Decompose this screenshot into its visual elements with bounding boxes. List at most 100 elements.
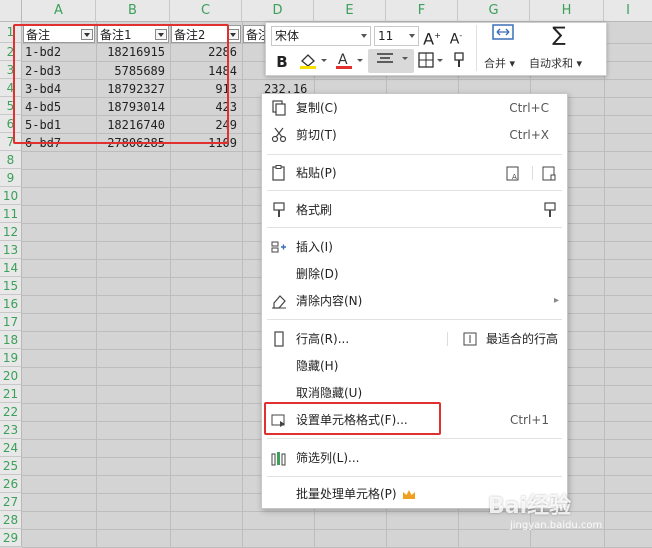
menu-label: 剪切(T) [296, 128, 337, 142]
row-header-15[interactable]: 15 [0, 277, 22, 295]
font-size-value: 11 [378, 29, 394, 43]
menu-label: 隐藏(H) [296, 359, 339, 373]
column-header-i[interactable]: I [604, 0, 652, 22]
mini-toolbar: 宋体 11 A+ A- ∑ B A 合并 ▾ 自动求和 ▾ [265, 22, 607, 76]
column-header-d[interactable]: D [242, 0, 314, 22]
row-header-23[interactable]: 23 [0, 421, 22, 439]
column-header-f[interactable]: F [386, 0, 458, 22]
menu-item-hide[interactable]: 隐藏(H) [262, 353, 567, 379]
grid-line [604, 22, 605, 547]
row-header-8[interactable]: 8 [0, 151, 22, 169]
selection-highlight-box [13, 24, 229, 144]
header-cell-d1[interactable]: 备注 [243, 25, 265, 43]
crown-icon [403, 490, 415, 499]
select-all-corner[interactable] [0, 0, 22, 22]
filter-column-icon [271, 452, 286, 466]
increase-font-icon[interactable]: A+ [422, 25, 442, 48]
menu-separator [267, 154, 562, 155]
menu-separator [267, 476, 562, 477]
column-header-h[interactable]: H [530, 0, 604, 22]
row-header-22[interactable]: 22 [0, 403, 22, 421]
menu-item-clear-content[interactable]: 清除内容(N) ▸ [262, 288, 567, 314]
menu-item-copy[interactable]: 复制(C) Ctrl+C [262, 95, 567, 121]
watermark-brand: Bai经验 [488, 494, 572, 519]
format-painter-icon[interactable] [448, 51, 470, 73]
bold-button[interactable]: B [270, 51, 294, 73]
menu-label: 复制(C) [296, 101, 338, 115]
format-cells-highlight-box [264, 402, 441, 435]
menu-separator [267, 438, 562, 439]
row-header-16[interactable]: 16 [0, 295, 22, 313]
menu-item-insert[interactable]: 插入(I) [262, 234, 567, 260]
menu-divider [447, 332, 448, 346]
row-header-17[interactable]: 17 [0, 313, 22, 331]
row-header-13[interactable]: 13 [0, 241, 22, 259]
watermark: Bai经验 jingyan.baidu.com [488, 488, 648, 543]
header-text: 备注 [246, 28, 264, 42]
paste-icon [272, 165, 285, 181]
brush-icon [273, 202, 285, 217]
menu-label: 清除内容(N) [296, 294, 363, 308]
column-header-a[interactable]: A [22, 0, 96, 22]
autosum-label[interactable]: 自动求和 ▾ [529, 55, 582, 71]
menu-separator [267, 190, 562, 191]
menu-label: 格式刷 [296, 203, 333, 217]
merge-label[interactable]: 合并 ▾ [484, 55, 515, 71]
font-size-select[interactable]: 11 [374, 26, 419, 46]
shortcut-text: Ctrl+X [509, 128, 549, 142]
menu-label: 筛选列(L)... [296, 451, 360, 465]
menu-item-paste[interactable]: 粘贴(P) A [262, 160, 567, 186]
row-header-20[interactable]: 20 [0, 367, 22, 385]
chevron-down-icon [361, 34, 367, 38]
row-header-10[interactable]: 10 [0, 187, 22, 205]
row-header-12[interactable]: 12 [0, 223, 22, 241]
fill-color-icon[interactable] [296, 51, 330, 73]
row-header-19[interactable]: 19 [0, 349, 22, 367]
row-header-26[interactable]: 26 [0, 475, 22, 493]
best-fit-label[interactable]: 最适合的行高 [486, 326, 558, 352]
paste-text-icon[interactable]: A [505, 165, 521, 181]
row-header-9[interactable]: 9 [0, 169, 22, 187]
font-color-icon[interactable]: A [332, 51, 366, 73]
row-header-11[interactable]: 11 [0, 205, 22, 223]
column-header-g[interactable]: G [458, 0, 530, 22]
autosum-icon[interactable]: ∑ [544, 23, 574, 45]
row-header-27[interactable]: 27 [0, 493, 22, 511]
menu-item-format-painter[interactable]: 格式刷 [262, 197, 567, 223]
best-fit-icon [463, 332, 477, 346]
copy-icon [272, 100, 286, 116]
svg-text:A: A [512, 173, 517, 181]
row-header-28[interactable]: 28 [0, 511, 22, 529]
grid-line [242, 22, 243, 547]
brush-icon[interactable] [541, 202, 559, 218]
chevron-down-icon [409, 34, 415, 38]
row-header-14[interactable]: 14 [0, 259, 22, 277]
shortcut-text: Ctrl+1 [509, 413, 549, 427]
align-center-icon[interactable] [368, 49, 414, 73]
font-name-select[interactable]: 宋体 [271, 26, 371, 46]
menu-label: 粘贴(P) [296, 166, 337, 180]
menu-item-delete[interactable]: 删除(D) [262, 261, 567, 287]
scissors-icon [271, 127, 287, 143]
border-icon[interactable] [416, 51, 446, 73]
column-header-c[interactable]: C [170, 0, 242, 22]
row-header-29[interactable]: 29 [0, 529, 22, 547]
menu-item-filter-column[interactable]: 筛选列(L)... [262, 445, 567, 471]
menu-label: 行高(R)... [296, 332, 350, 346]
watermark-url: jingyan.baidu.com [510, 520, 603, 531]
shortcut-text: Ctrl+C [509, 101, 549, 115]
menu-item-cut[interactable]: 剪切(T) Ctrl+X [262, 122, 567, 148]
row-header-18[interactable]: 18 [0, 331, 22, 349]
column-header-b[interactable]: B [96, 0, 170, 22]
svg-text:A: A [338, 52, 348, 68]
merge-icon[interactable] [488, 23, 518, 45]
menu-label: 删除(D) [296, 267, 339, 281]
row-header-24[interactable]: 24 [0, 439, 22, 457]
menu-separator [267, 227, 562, 228]
menu-item-row-height[interactable]: 行高(R)... 最适合的行高 [262, 326, 567, 352]
row-header-25[interactable]: 25 [0, 457, 22, 475]
decrease-font-icon[interactable]: A- [446, 25, 466, 48]
column-header-e[interactable]: E [314, 0, 386, 22]
paste-values-icon[interactable] [541, 165, 557, 181]
row-header-21[interactable]: 21 [0, 385, 22, 403]
